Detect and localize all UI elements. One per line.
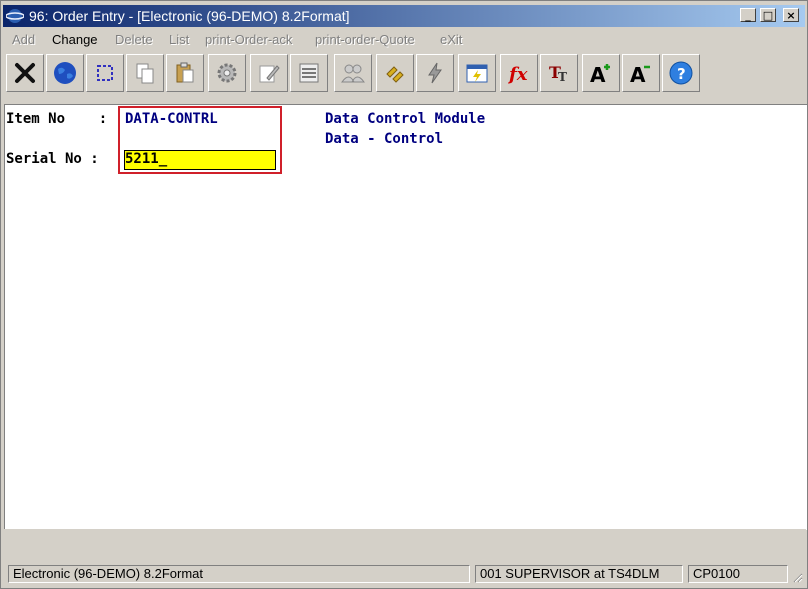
font-increase-icon: A [590, 63, 610, 86]
lightning-icon [428, 62, 442, 84]
select-icon [97, 65, 113, 81]
window-title: 96: Order Entry - [Electronic (96-DEMO) … [29, 8, 350, 24]
settings-button[interactable] [208, 54, 246, 92]
copy-icon [136, 63, 154, 84]
menu-bar: Add Change Delete List print-Order-ack p… [3, 29, 805, 51]
maximize-button[interactable]: □ [760, 8, 776, 22]
lightning-button[interactable] [416, 54, 454, 92]
globe-icon [54, 62, 76, 84]
link-icon [386, 66, 404, 83]
svg-text:A: A [590, 63, 606, 86]
cancel-icon [15, 63, 35, 83]
form-area: Item No : DATA-CONTRL Data Control Modul… [4, 104, 807, 530]
bottom-panel [4, 529, 806, 559]
item-description-line2: Data - Control [325, 131, 444, 147]
settings-icon [217, 63, 237, 83]
minimize-button[interactable]: _ [740, 8, 756, 22]
font-decrease-button[interactable]: A [622, 54, 660, 92]
text-size-button[interactable]: TT [540, 54, 578, 92]
calendar-icon [466, 64, 488, 83]
menu-change[interactable]: Change [52, 32, 98, 47]
serial-no-value[interactable]: 5211_ [125, 151, 167, 167]
function-icon: fx [507, 64, 528, 85]
item-no-value[interactable]: DATA-CONTRL [125, 111, 218, 127]
title-bar[interactable]: 96: Order Entry - [Electronic (96-DEMO) … [3, 5, 805, 27]
item-description-line1: Data Control Module [325, 111, 486, 127]
list-button[interactable] [290, 54, 328, 92]
menu-exit[interactable]: eXit [440, 32, 462, 47]
users-icon [341, 64, 365, 83]
status-bar: Electronic (96-DEMO) 8.2Format 001 SUPER… [3, 563, 805, 585]
status-user: 001 SUPERVISOR at TS4DLM [475, 565, 683, 583]
font-increase-button[interactable]: A [582, 54, 620, 92]
globe-button[interactable] [46, 54, 84, 92]
menu-print-order-ack[interactable]: print-Order-ack [205, 32, 292, 47]
toolbar: fx TT A A ? [3, 52, 805, 100]
link-button[interactable] [376, 54, 414, 92]
font-decrease-icon: A [630, 63, 650, 86]
app-logo-icon [6, 9, 24, 23]
function-button[interactable]: fx [500, 54, 538, 92]
text-size-icon: TT [549, 63, 567, 84]
status-code: CP0100 [688, 565, 788, 583]
item-no-label: Item No : [6, 111, 108, 127]
help-button[interactable]: ? [662, 54, 700, 92]
paste-icon [176, 62, 194, 83]
svg-text:T: T [558, 70, 567, 84]
status-company: Electronic (96-DEMO) 8.2Format [8, 565, 470, 583]
menu-delete[interactable]: Delete [115, 32, 153, 47]
users-button[interactable] [334, 54, 372, 92]
resize-grip-icon[interactable] [791, 571, 803, 583]
calendar-button[interactable] [458, 54, 496, 92]
svg-text:?: ? [677, 65, 686, 83]
paste-button[interactable] [166, 54, 204, 92]
svg-text:fx: fx [507, 64, 528, 85]
menu-add[interactable]: Add [12, 32, 35, 47]
app-window: 96: Order Entry - [Electronic (96-DEMO) … [0, 0, 808, 589]
select-button[interactable] [86, 54, 124, 92]
serial-no-label: Serial No : [6, 151, 99, 167]
cancel-button[interactable] [6, 54, 44, 92]
copy-button[interactable] [126, 54, 164, 92]
edit-button[interactable] [250, 54, 288, 92]
menu-list[interactable]: List [169, 32, 189, 47]
menu-print-order-quote[interactable]: print-order-Quote [315, 32, 415, 47]
edit-icon [259, 65, 280, 83]
svg-text:A: A [630, 63, 646, 86]
help-icon: ? [669, 61, 693, 85]
list-icon [299, 63, 319, 83]
close-button[interactable]: × [783, 8, 799, 22]
